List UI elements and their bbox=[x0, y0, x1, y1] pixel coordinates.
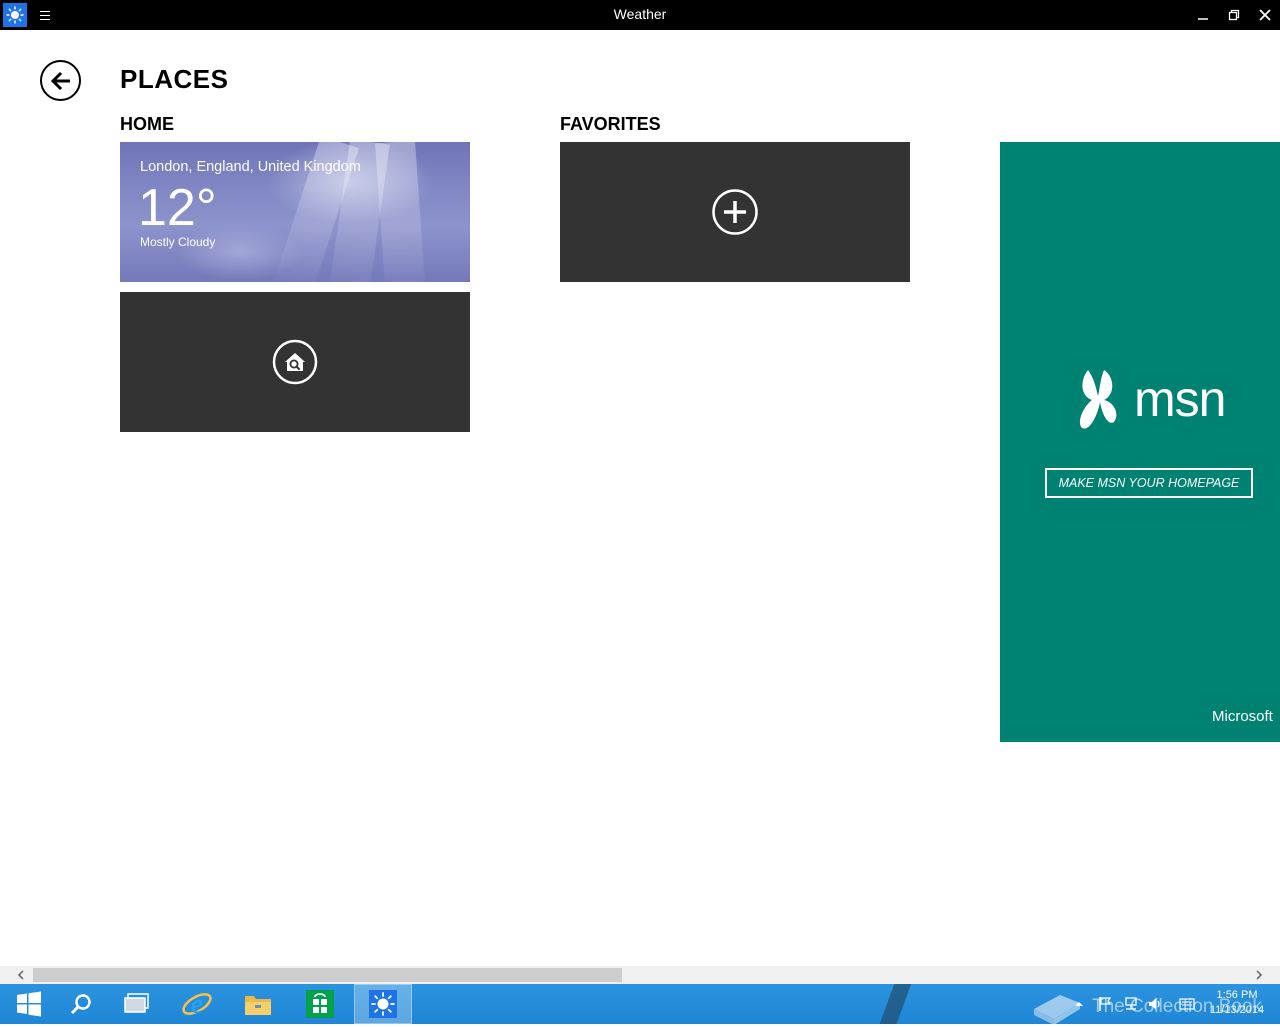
tile-temperature: 12° bbox=[138, 179, 217, 237]
section-title-favorites: FAVORITES bbox=[560, 114, 661, 134]
show-hidden-icons-button[interactable] bbox=[1068, 984, 1090, 1024]
speaker-icon bbox=[1149, 998, 1160, 1010]
scroll-right-button[interactable] bbox=[1250, 966, 1268, 984]
restore-icon bbox=[1228, 9, 1240, 21]
add-favorite-tile[interactable] bbox=[560, 142, 910, 282]
hamburger-menu-icon[interactable] bbox=[36, 7, 54, 23]
input-indicator-button[interactable] bbox=[1176, 984, 1198, 1024]
page-title: PLACES bbox=[120, 64, 229, 94]
msn-logo: msn bbox=[1074, 366, 1226, 432]
back-arrow-icon bbox=[50, 71, 70, 90]
make-msn-homepage-button[interactable]: MAKE MSN YOUR HOMEPAGE bbox=[1045, 468, 1253, 498]
section-title-home: HOME bbox=[120, 114, 174, 134]
start-button[interactable] bbox=[0, 984, 58, 1024]
tile-condition: Mostly Cloudy bbox=[140, 235, 216, 249]
chevron-left-icon bbox=[17, 970, 24, 980]
store-icon bbox=[306, 990, 334, 1018]
back-button[interactable] bbox=[40, 60, 81, 101]
volume-button[interactable] bbox=[1144, 984, 1166, 1024]
window-title: Weather bbox=[613, 6, 667, 22]
clock-date: 11/13/2014 bbox=[1209, 1004, 1265, 1016]
chevron-up-icon bbox=[1075, 1002, 1083, 1006]
msn-ad-panel[interactable]: msn MAKE MSN YOUR HOMEPAGE Microsoft bbox=[1000, 142, 1280, 742]
network-icon bbox=[1125, 997, 1137, 1010]
internet-explorer-button[interactable]: e bbox=[168, 984, 226, 1024]
close-button[interactable] bbox=[1250, 0, 1280, 30]
close-icon bbox=[1259, 9, 1271, 21]
msn-butterfly-icon bbox=[1079, 370, 1117, 429]
msn-brand-text: msn bbox=[1134, 371, 1226, 427]
internet-explorer-icon: e bbox=[182, 989, 212, 1020]
set-home-tile[interactable] bbox=[120, 292, 470, 432]
network-button[interactable] bbox=[1120, 984, 1142, 1024]
store-button[interactable] bbox=[291, 984, 349, 1024]
tile-location: London, England, United Kingdom bbox=[140, 159, 361, 175]
microsoft-logo-text: Microsoft bbox=[1212, 708, 1273, 725]
weather-sun-icon[interactable] bbox=[3, 3, 27, 27]
weather-taskbar-button[interactable] bbox=[354, 984, 412, 1024]
task-view-button[interactable] bbox=[108, 984, 166, 1024]
weather-sun-icon bbox=[369, 990, 397, 1018]
chevron-right-icon bbox=[1256, 970, 1263, 980]
restore-button[interactable] bbox=[1219, 0, 1249, 30]
minimize-button[interactable] bbox=[1188, 0, 1218, 30]
action-center-flag-button[interactable] bbox=[1094, 984, 1116, 1024]
search-icon bbox=[70, 994, 91, 1015]
taskbar: e bbox=[0, 984, 1280, 1024]
scroll-left-button[interactable] bbox=[12, 966, 30, 984]
horizontal-scrollbar[interactable] bbox=[0, 966, 1280, 984]
title-bar: Weather bbox=[0, 0, 1280, 30]
file-explorer-icon bbox=[245, 996, 271, 1015]
minimize-icon bbox=[1198, 18, 1208, 20]
taskbar-clock[interactable]: 1:56 PM 11/13/2014 bbox=[1198, 988, 1276, 1018]
keyboard-icon bbox=[1179, 998, 1195, 1010]
home-weather-tile[interactable]: London, England, United Kingdom 12° Most… bbox=[120, 142, 470, 282]
taskbar-search-button[interactable] bbox=[52, 984, 110, 1024]
svg-text:e: e bbox=[191, 989, 203, 1020]
file-explorer-button[interactable] bbox=[229, 984, 287, 1024]
task-view-icon bbox=[124, 993, 149, 1013]
add-circle-icon bbox=[712, 189, 758, 235]
start-icon bbox=[17, 991, 41, 1017]
flag-icon bbox=[1099, 997, 1112, 1011]
home-search-icon bbox=[272, 339, 318, 385]
scroll-thumb[interactable] bbox=[33, 968, 622, 982]
clock-time: 1:56 PM bbox=[1216, 989, 1258, 1001]
taskbar-decoration bbox=[860, 984, 930, 1024]
